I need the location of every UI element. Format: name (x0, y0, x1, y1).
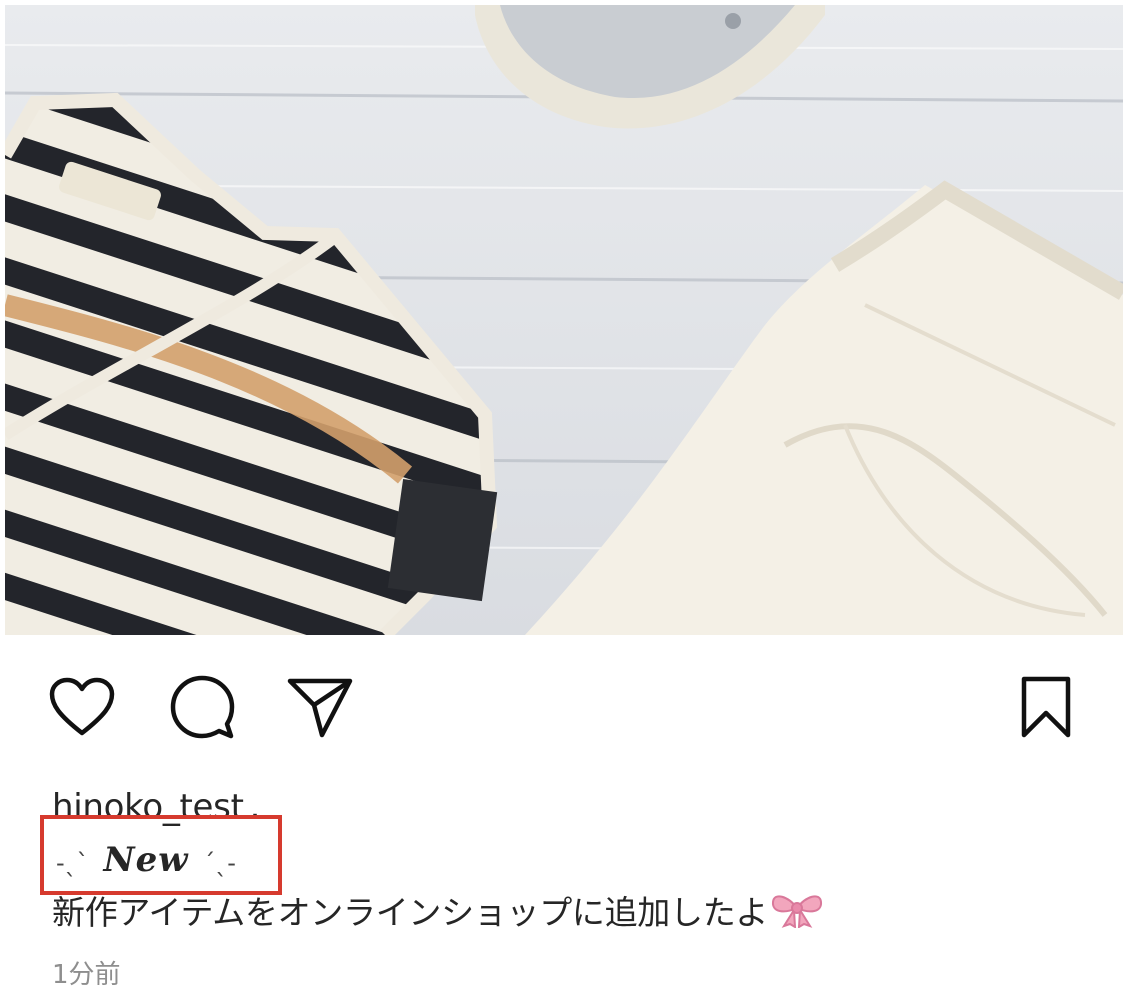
comment-button[interactable] (166, 668, 238, 746)
share-button[interactable] (284, 668, 356, 746)
bookmark-icon (1018, 675, 1074, 739)
like-button[interactable] (46, 668, 118, 746)
heart-icon (49, 677, 115, 737)
post-caption: 新作アイテムをオンラインショップに追加したよ (52, 888, 824, 936)
send-icon (286, 675, 354, 739)
comment-icon (169, 674, 235, 740)
post-action-bar (0, 668, 1129, 748)
ribbon-icon (770, 888, 824, 941)
post-image[interactable] (5, 5, 1123, 635)
highlight-box (40, 815, 282, 895)
caption-text: 新作アイテムをオンラインショップに追加したよ (52, 893, 769, 932)
save-button[interactable] (1010, 668, 1082, 746)
post-timestamp[interactable]: 1分前 (52, 955, 121, 995)
post-photo-illustration (5, 5, 1123, 635)
